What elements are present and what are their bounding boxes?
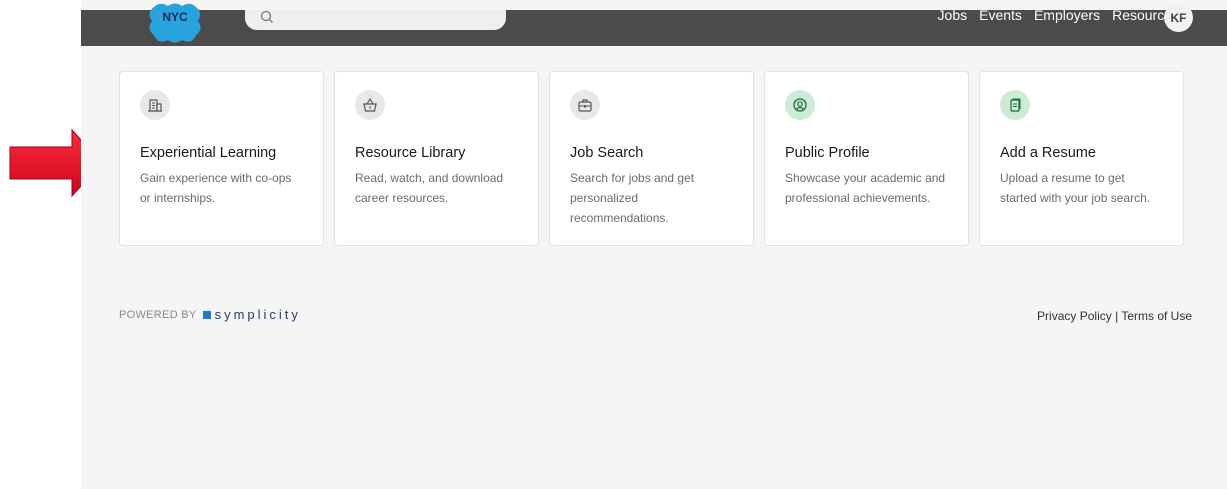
card-description: Showcase your academic and professional … (785, 171, 946, 205)
powered-by-label: POWERED BY (119, 308, 197, 321)
search-input[interactable] (281, 11, 495, 29)
main-nav: Jobs Events Employers Resources (938, 7, 1179, 23)
card-title: Resource Library (355, 145, 466, 161)
card-job-search[interactable]: Job Search Search for jobs and get perso… (549, 71, 754, 246)
building-icon (140, 90, 170, 120)
terms-of-use-link[interactable]: Terms of Use (1121, 309, 1192, 323)
user-avatar[interactable]: KF (1164, 3, 1193, 32)
card-add-resume[interactable]: Add a Resume Upload a resume to get star… (979, 71, 1184, 246)
card-title: Experiential Learning (140, 145, 277, 161)
card-title: Job Search (570, 145, 644, 161)
brand-square-icon (202, 310, 211, 319)
search-box[interactable] (245, 10, 506, 30)
sva-nyc-logo[interactable]: NYC (146, 1, 204, 45)
card-public-profile[interactable]: Public Profile Showcase your academic an… (764, 71, 969, 246)
basket-icon (355, 90, 385, 120)
card-description: Read, watch, and download career resourc… (355, 171, 504, 205)
card-description: Upload a resume to get started with your… (1000, 171, 1151, 205)
card-experiential-learning[interactable]: Experiential Learning Gain experience wi… (119, 71, 324, 246)
nav-employers[interactable]: Employers (1034, 7, 1100, 23)
footer-links: Privacy Policy | Terms of Use (1037, 309, 1192, 323)
card-description: Gain experience with co-ops or internshi… (140, 171, 292, 205)
powered-by: POWERED BY symplicity (119, 307, 301, 322)
briefcase-icon (570, 90, 600, 120)
nav-jobs[interactable]: Jobs (938, 7, 968, 23)
symplicity-logo[interactable]: symplicity (202, 307, 301, 322)
search-icon (260, 10, 273, 23)
logo-text: NYC (162, 10, 188, 24)
brand-text: symplicity (214, 307, 301, 322)
profile-icon (785, 90, 815, 120)
nav-events[interactable]: Events (979, 7, 1022, 23)
privacy-policy-link[interactable]: Privacy Policy (1037, 309, 1112, 323)
card-description: Search for jobs and get personalized rec… (570, 171, 695, 225)
top-nav-bar: NYC Jobs Events Employers Resources KF (81, 3, 1227, 46)
document-icon (1000, 90, 1030, 120)
card-resource-library[interactable]: Resource Library Read, watch, and downlo… (334, 71, 539, 246)
app-frame: NYC Jobs Events Employers Resources KF E… (81, 0, 1227, 489)
footer-separator: | (1111, 309, 1122, 323)
card-title: Public Profile (785, 145, 870, 161)
card-title: Add a Resume (1000, 145, 1096, 161)
feature-cards: Experiential Learning Gain experience wi… (119, 71, 1184, 246)
